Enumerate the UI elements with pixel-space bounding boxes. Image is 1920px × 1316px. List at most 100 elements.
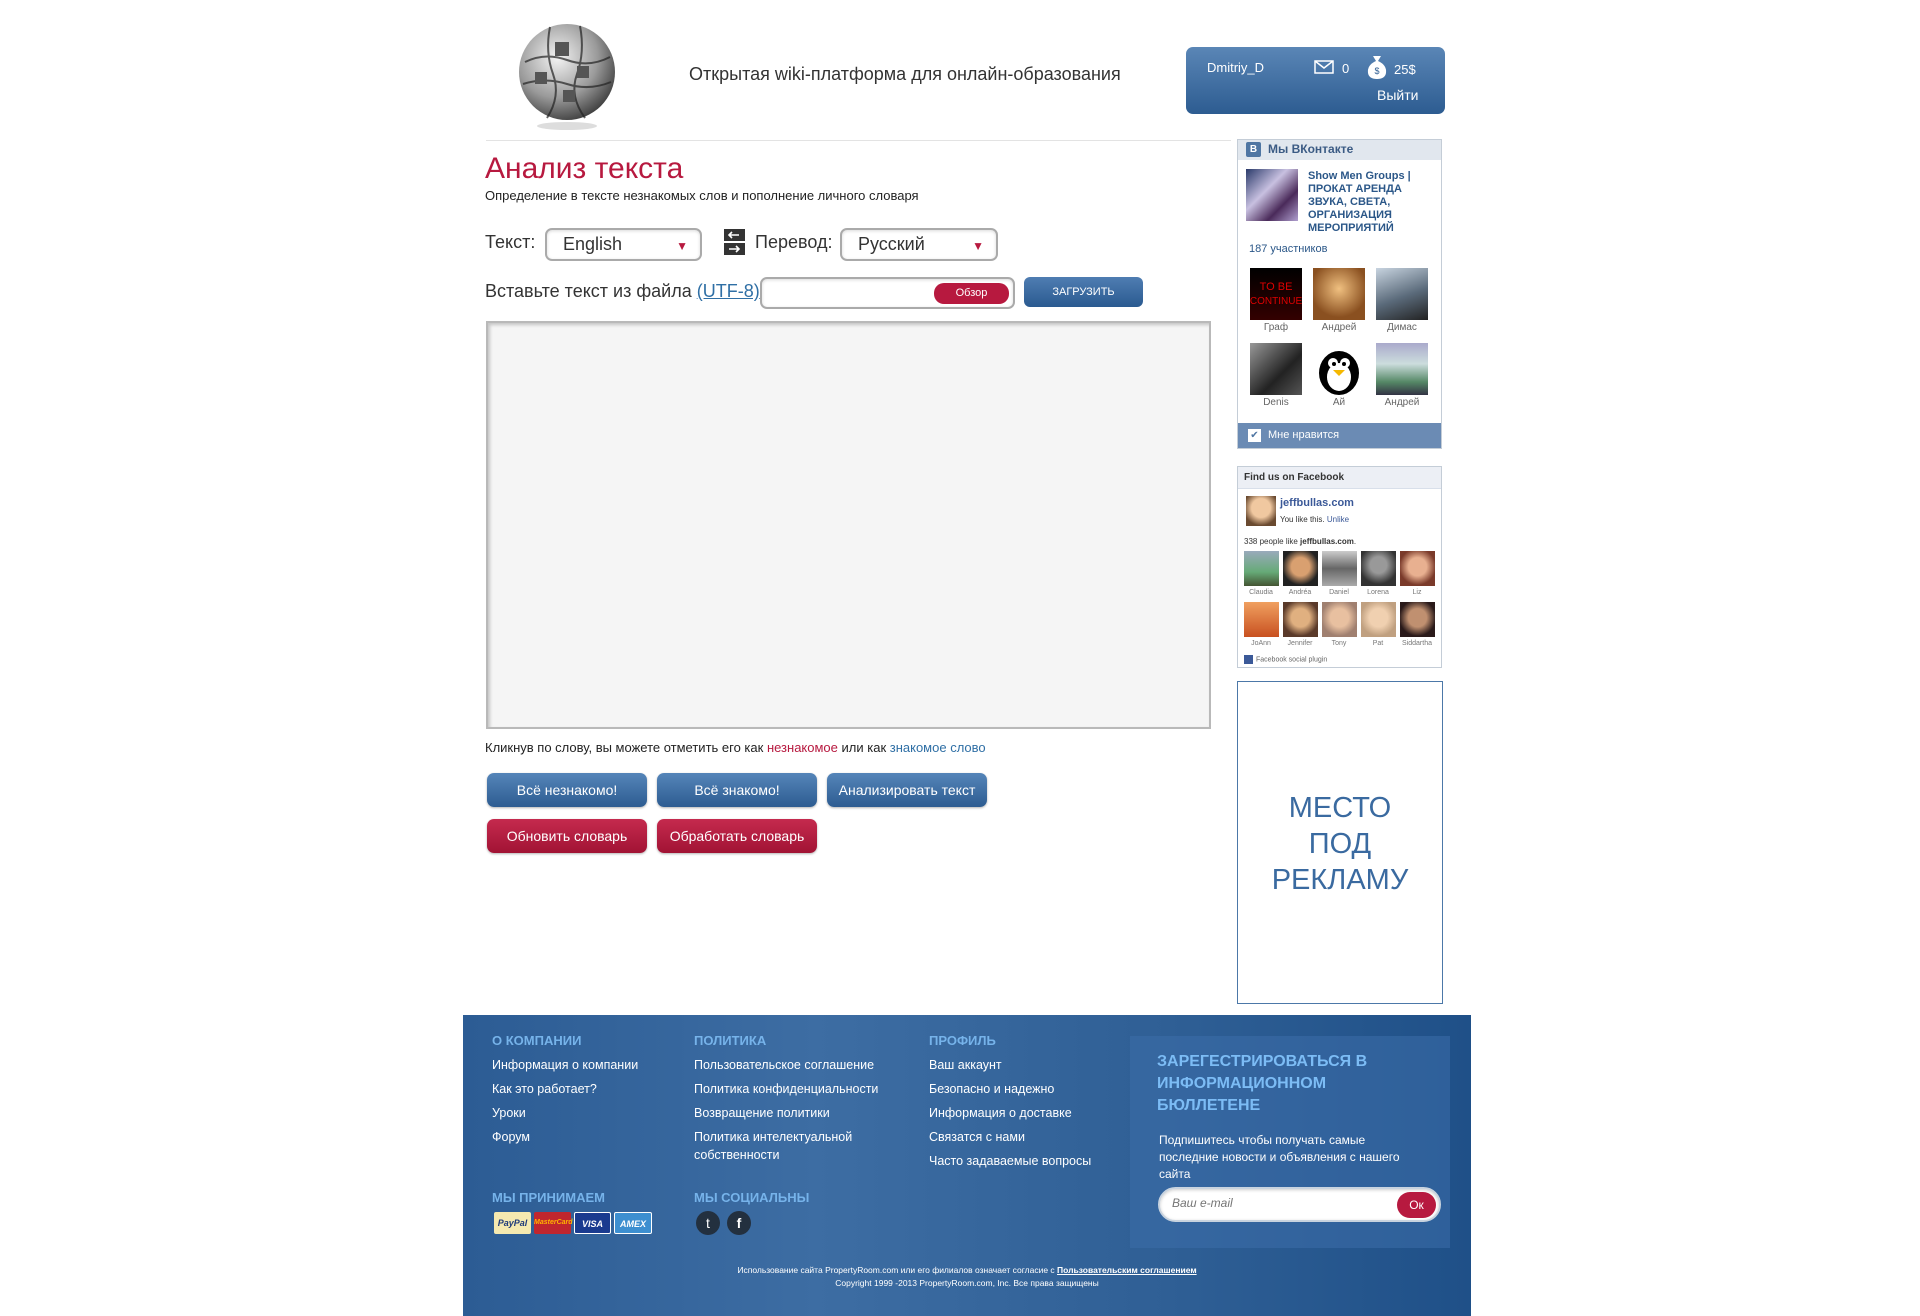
ad-placeholder[interactable]: МЕСТО ПОД РЕКЛАМУ bbox=[1237, 681, 1443, 1004]
logout-link[interactable]: Выйти bbox=[1377, 87, 1418, 103]
facebook-icon[interactable]: f bbox=[727, 1211, 751, 1235]
facebook-friend-avatar[interactable] bbox=[1400, 602, 1435, 637]
footer-link[interactable]: Связатся с нами bbox=[929, 1129, 1025, 1146]
text-language-value: English bbox=[563, 234, 623, 254]
footer-link[interactable]: Ваш аккаунт bbox=[929, 1057, 1002, 1074]
user-panel: Dmitriy_D 0 $ 25$ Выйти bbox=[1186, 47, 1445, 114]
unlike-link[interactable]: Unlike bbox=[1327, 515, 1349, 524]
file-path-input[interactable]: Обзор bbox=[760, 277, 1015, 309]
footer-link[interactable]: Форум bbox=[492, 1129, 530, 1146]
facebook-friend-name: Pat bbox=[1372, 640, 1384, 647]
browse-button[interactable]: Обзор bbox=[934, 283, 1009, 304]
footer-link[interactable]: Информация о доставке bbox=[929, 1105, 1072, 1122]
money-bag-icon: $ bbox=[1367, 56, 1387, 79]
facebook-friend-name: Jennifer bbox=[1287, 640, 1313, 647]
footer-link[interactable]: Информация о компании bbox=[492, 1057, 638, 1074]
facebook-friend-name: Andréa bbox=[1288, 589, 1312, 596]
hint-text: Кликнув по слову, вы можете отметить его… bbox=[485, 740, 767, 755]
paypal-icon: PayPal bbox=[494, 1212, 531, 1234]
vk-member-avatar[interactable] bbox=[1250, 343, 1302, 395]
all-known-button[interactable]: Всё знакомо! bbox=[657, 773, 817, 807]
balance-value: 25$ bbox=[1394, 62, 1416, 77]
hint-text-middle: или как bbox=[837, 740, 890, 755]
footer-company-heading: О КОМПАНИИ bbox=[492, 1033, 582, 1048]
newsletter-ok-button[interactable]: Ок bbox=[1397, 1192, 1436, 1218]
footer-profile-heading: ПРОФИЛЬ bbox=[929, 1033, 996, 1048]
vk-group-name[interactable]: Show Men Groups | ПРОКАТ АРЕНДА ЗВУКА, С… bbox=[1308, 170, 1433, 235]
footer-link[interactable]: Часто задаваемые вопросы bbox=[929, 1153, 1091, 1170]
vk-member-avatar[interactable] bbox=[1313, 343, 1365, 395]
facebook-friend-name: Siddartha bbox=[1402, 640, 1432, 647]
vk-member-name: Димас bbox=[1387, 322, 1417, 333]
svg-text:CONTINUE: CONTINUE bbox=[1250, 296, 1302, 307]
vk-group-avatar[interactable] bbox=[1246, 169, 1298, 221]
facebook-friend-avatar[interactable] bbox=[1400, 551, 1435, 586]
ad-text-line2: ПОД bbox=[1308, 828, 1372, 860]
legal-text: Использование сайта PropertyRoom.com или… bbox=[737, 1265, 1058, 1275]
facebook-friend-avatar[interactable] bbox=[1283, 551, 1318, 586]
visa-icon: VISA bbox=[574, 1212, 611, 1234]
vk-member-name: Denis bbox=[1263, 397, 1289, 408]
upload-button[interactable]: ЗАГРУЗИТЬ bbox=[1024, 277, 1143, 307]
footer-link[interactable]: Политика конфиденциальности bbox=[694, 1081, 878, 1098]
mail-icon[interactable] bbox=[1314, 60, 1334, 74]
vk-like-button[interactable]: ✔ Мне нравится bbox=[1238, 423, 1441, 448]
footer-link[interactable]: Безопасно и надежно bbox=[929, 1081, 1054, 1098]
facebook-friend-avatar[interactable] bbox=[1244, 602, 1279, 637]
vk-member-avatar[interactable] bbox=[1376, 268, 1428, 320]
translation-language-value: Русский bbox=[858, 234, 925, 254]
footer-link[interactable]: Возвращение политики bbox=[694, 1105, 830, 1122]
facebook-page-avatar[interactable] bbox=[1246, 496, 1276, 526]
facebook-friend-avatar[interactable] bbox=[1283, 602, 1318, 637]
vk-member-count[interactable]: 187 участников bbox=[1249, 243, 1327, 255]
checkmark-icon: ✔ bbox=[1248, 429, 1261, 442]
facebook-friend-avatar[interactable] bbox=[1322, 551, 1357, 586]
text-language-select[interactable]: English ▼ bbox=[545, 228, 702, 261]
process-dictionary-button[interactable]: Обработать словарь bbox=[657, 819, 817, 853]
footer-link[interactable]: Уроки bbox=[492, 1105, 526, 1122]
hint-unknown-word: незнакомое bbox=[766, 740, 838, 755]
vk-member-avatar[interactable] bbox=[1313, 268, 1365, 320]
footer-link[interactable]: Пользовательское соглашение bbox=[694, 1057, 874, 1074]
vk-logo-icon: B bbox=[1246, 142, 1261, 157]
translation-language-label: Перевод: bbox=[755, 232, 833, 252]
user-agreement-link[interactable]: Пользовательским соглашением bbox=[1057, 1265, 1197, 1275]
translation-language-select[interactable]: Русский ▼ bbox=[840, 228, 998, 261]
footer-link[interactable]: Как это работает? bbox=[492, 1081, 597, 1098]
update-dictionary-button[interactable]: Обновить словарь bbox=[487, 819, 647, 853]
text-input-area[interactable] bbox=[486, 321, 1211, 729]
vk-widget-header: B Мы ВКонтакте bbox=[1238, 140, 1441, 160]
vk-member-name: Андрей bbox=[1321, 322, 1357, 333]
mastercard-icon: MasterCard bbox=[534, 1212, 573, 1234]
utf8-link[interactable]: (UTF-8) bbox=[697, 281, 760, 301]
ad-text-line1: МЕСТО bbox=[1288, 792, 1392, 824]
swap-languages-icon[interactable] bbox=[724, 229, 745, 255]
facebook-people-count: 338 people like jeffbullas.com. bbox=[1244, 537, 1356, 546]
facebook-friend-avatar[interactable] bbox=[1322, 602, 1357, 637]
facebook-friend-avatar[interactable] bbox=[1361, 602, 1396, 637]
facebook-plugin-label: Facebook social plugin bbox=[1256, 656, 1328, 664]
vk-member-name: Ай bbox=[1332, 397, 1346, 408]
twitter-icon[interactable]: t bbox=[696, 1211, 720, 1235]
file-upload-label: Вставьте текст из файла (UTF-8): bbox=[485, 281, 765, 302]
email-input[interactable] bbox=[1172, 1196, 1392, 1210]
facebook-friend-avatar[interactable] bbox=[1244, 551, 1279, 586]
all-unknown-button[interactable]: Всё незнакомо! bbox=[487, 773, 647, 807]
facebook-widget: Find us on Facebook jeffbullas.com You l… bbox=[1237, 466, 1442, 668]
vk-member-avatar[interactable]: TO BE CONTINUE bbox=[1250, 268, 1302, 320]
vk-member-avatar[interactable] bbox=[1376, 343, 1428, 395]
facebook-friend-name: Daniel bbox=[1329, 589, 1349, 596]
svg-text:$: $ bbox=[1374, 66, 1379, 76]
footer-accept-heading: МЫ ПРИНИМАЕМ bbox=[492, 1190, 605, 1205]
facebook-friend-avatar[interactable] bbox=[1361, 551, 1396, 586]
footer-link[interactable]: собственности bbox=[694, 1147, 780, 1164]
newsletter-email-field[interactable]: Ок bbox=[1158, 1187, 1441, 1222]
username-link[interactable]: Dmitriy_D bbox=[1207, 60, 1264, 75]
analyze-text-button[interactable]: Анализировать текст bbox=[827, 773, 987, 807]
site-logo[interactable] bbox=[515, 22, 625, 132]
click-hint: Кликнув по слову, вы можете отметить его… bbox=[485, 740, 986, 755]
messages-count: 0 bbox=[1342, 61, 1350, 76]
newsletter-panel: ЗАРЕГЕСТРИРОВАТЬСЯ В ИНФОРМАЦИОННОМ БЮЛЛ… bbox=[1130, 1036, 1450, 1248]
footer-link[interactable]: Политика интелектуальной bbox=[694, 1129, 852, 1146]
facebook-page-name[interactable]: jeffbullas.com bbox=[1280, 497, 1354, 509]
